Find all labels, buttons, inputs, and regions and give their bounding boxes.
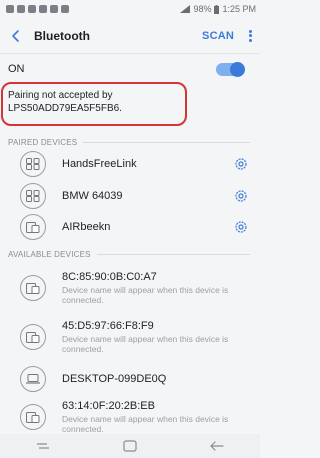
paired-device-row[interactable]: HandsFreeLink [20,151,248,177]
status-bar: 98% 1:25 PM [0,0,260,18]
headset-icon [20,151,46,177]
back-arrow-icon[interactable] [8,28,24,44]
app-bar: Bluetooth SCAN [0,18,260,54]
tablet-icon [20,275,46,301]
tablet-icon [20,404,46,430]
pairing-error-line-2: LPS50ADD79EA5F5FB6. [8,103,122,114]
notification-icon [17,5,25,13]
notification-icon [50,5,58,13]
device-subtitle: Device name will appear when this device… [62,414,229,434]
notification-icon [61,5,69,13]
page-title: Bluetooth [34,28,90,43]
clock: 1:25 PM [222,4,256,14]
toggle-label: ON [8,63,25,75]
paired-device-row[interactable]: AIRbeekn [20,214,248,240]
device-subtitle: Device name will appear when this device… [62,334,229,354]
gear-icon[interactable] [234,157,248,171]
device-name: 8C:85:90:0B:C0:A7 [62,271,157,283]
laptop-icon [20,366,46,392]
system-status: 98% 1:25 PM [180,4,256,14]
device-name: AIRbeekn [62,220,111,233]
notification-icon [28,5,36,13]
paired-devices-header-label: PAIRED DEVICES [8,138,78,147]
scan-button[interactable]: SCAN [202,30,234,42]
tablet-icon [20,214,46,240]
signal-icon [180,5,191,13]
available-device-row[interactable]: 8C:85:90:0B:C0:A7 Device name will appea… [20,271,248,305]
more-options-icon[interactable] [246,28,254,44]
device-name: 63:14:0F:20:2B:EB [62,400,155,412]
headset-icon [20,183,46,209]
tablet-icon [20,324,46,350]
available-device-row[interactable]: DESKTOP-099DE0Q [20,366,248,392]
device-name: HandsFreeLink [62,157,137,170]
back-icon[interactable] [209,441,224,451]
device-name: 45:D5:97:66:F8:F9 [62,320,154,332]
home-icon[interactable] [123,440,137,452]
pairing-error-message: Pairing not accepted by LPS50ADD79EA5F5F… [8,89,188,115]
battery-percent: 98% [193,4,212,14]
available-devices-header: AVAILABLE DEVICES [8,250,250,259]
device-name: BMW 64039 [62,189,123,202]
notification-icon [6,5,14,13]
recent-apps-icon[interactable] [36,441,50,451]
notification-icon [39,5,47,13]
bluetooth-toggle-switch[interactable] [216,61,245,77]
available-device-row[interactable]: 45:D5:97:66:F8:F9 Device name will appea… [20,320,248,354]
bluetooth-toggle-row[interactable]: ON [0,54,260,84]
pairing-error-line-1: Pairing not accepted by [8,90,113,101]
paired-device-row[interactable]: BMW 64039 [20,183,248,209]
gear-icon[interactable] [234,220,248,234]
paired-devices-header: PAIRED DEVICES [8,138,250,147]
device-subtitle: Device name will appear when this device… [62,285,229,305]
available-device-row[interactable]: 63:14:0F:20:2B:EB Device name will appea… [20,400,248,434]
gear-icon[interactable] [234,189,248,203]
battery-icon [214,4,220,14]
device-name: DESKTOP-099DE0Q [62,372,167,385]
notification-icons [6,5,69,13]
navigation-bar [0,434,260,458]
available-devices-header-label: AVAILABLE DEVICES [8,250,91,259]
